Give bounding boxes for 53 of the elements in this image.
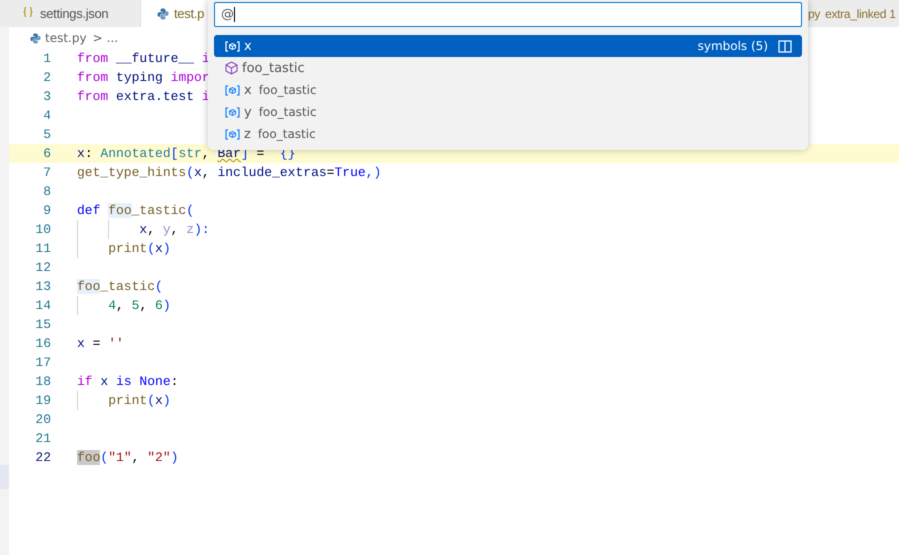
line-number: 22 [34,449,51,467]
line-number: 18 [34,373,51,391]
line-number: 17 [34,354,51,372]
line-number: 21 [34,430,51,448]
line-number: 5 [42,126,51,144]
editor-tab[interactable]: test.p [141,0,208,27]
breadcrumb-separator: > [92,31,103,45]
line-number: 12 [34,259,51,277]
line-number: 7 [42,164,51,182]
symbol-item[interactable]: x symbols (5) [214,35,802,57]
symbol-item[interactable]: z foo_tastic [214,123,802,145]
code-line: x, y, z): [138,222,210,237]
code-line: foo_tastic( [77,279,163,294]
python-icon [30,32,41,44]
variable-icon [225,128,240,140]
editor-tab[interactable]: py extra_linked 1 [808,0,899,27]
line-number: 4 [42,107,51,125]
line-number: 16 [34,335,51,353]
sidebar-indicator [0,465,9,489]
line-number: 14 [34,297,51,315]
symbol-item[interactable]: foo_tastic [214,57,802,79]
variable-icon [225,40,240,52]
line-number: 3 [42,88,51,106]
variable-icon [225,84,240,96]
line-number: 2 [42,69,51,87]
code-line: if x is None: [77,374,178,389]
symbol-item[interactable]: x foo_tastic [214,79,802,101]
command-input[interactable]: @ [214,2,802,27]
line-number: 15 [34,316,51,334]
line-number: 1 [42,50,51,68]
breadcrumb-item[interactable]: test.py [45,31,87,45]
line-number: 9 [42,202,51,220]
code-line: print(x) [107,393,171,408]
line-number: 6 [42,145,51,163]
code-line: x = '' [77,336,124,351]
code-line: get_type_hints(x, include_extras=True,) [77,165,382,180]
line-number: 11 [34,240,51,258]
line-number: 19 [34,392,51,410]
line-number: 8 [42,183,51,201]
code-line: from typing impor [77,70,210,85]
line-number: 13 [34,278,51,296]
python-icon [157,8,169,20]
variable-icon [225,106,240,118]
line-number: 20 [34,411,51,429]
symbol-item[interactable]: y foo_tastic [214,101,802,123]
breadcrumb-item[interactable]: ... [106,31,118,45]
line-number: 10 [34,221,51,239]
code-line: print(x) [107,241,171,256]
cube-icon [225,61,238,75]
code-line: 4, 5, 6) [107,298,171,313]
code-line: foo("1", "2") [77,450,178,465]
split-icon[interactable] [778,40,792,52]
code-line: def foo_tastic( [77,203,194,218]
